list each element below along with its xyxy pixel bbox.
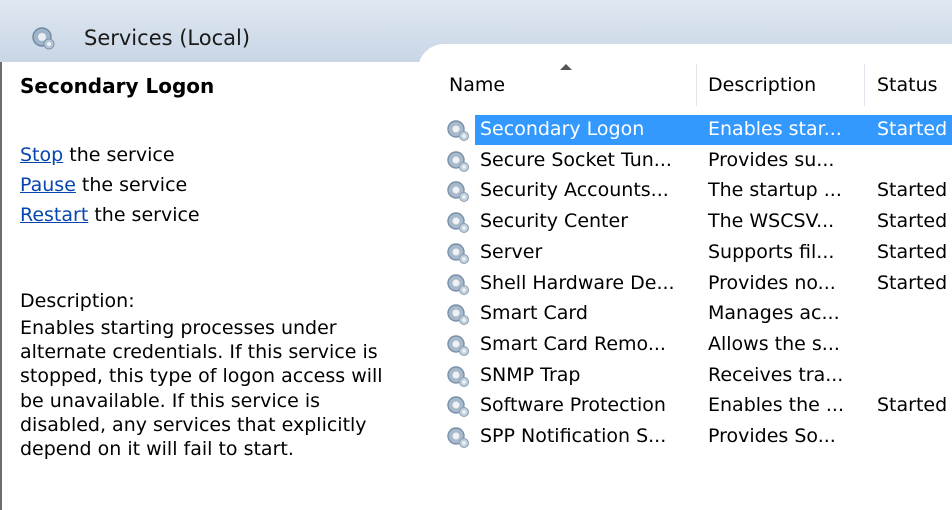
service-description: Enables starting processes under alterna… [20,317,383,461]
service-description-cell: Enables the ... [708,394,844,417]
action-pause-text: the service [75,174,188,196]
service-status-cell: Started [877,210,948,233]
panel-header: Services (Local) [0,0,952,84]
table-row[interactable]: Secure Socket Tun... Provides su... [437,146,952,176]
services-list[interactable]: Name Description Status Secondary Logon E… [437,62,952,510]
table-row[interactable]: Smart Card Remo... Allows the s... [437,330,952,360]
stop-service-link[interactable]: Stop [20,144,63,166]
service-gear-icon [445,241,471,265]
service-gear-icon [445,394,471,418]
service-gear-icon [445,179,471,203]
service-status-cell: Started [877,240,948,263]
service-description-cell: Manages ac... [708,302,840,325]
service-gear-icon [445,272,471,296]
service-status-cell: Started [877,271,948,294]
service-description-cell: The startup ... [708,179,842,202]
action-pause: Pause the service [20,174,187,196]
service-name-cell: Software Protection [480,394,666,417]
table-row[interactable]: Security Center The WSCSV... Started [437,207,952,237]
service-gear-icon [445,302,471,326]
service-gear-icon [445,333,471,357]
service-gear-icon [445,118,471,142]
restart-service-link[interactable]: Restart [20,204,88,226]
column-divider[interactable] [696,64,697,106]
selected-service-name: Secondary Logon [20,74,215,98]
service-name-cell: Security Center [480,210,629,233]
sort-ascending-icon [560,64,572,70]
table-row[interactable]: Shell Hardware De... Provides no... Starte… [437,269,952,299]
service-gear-icon [445,149,471,173]
table-row[interactable]: Secondary Logon Enables star... Started [437,115,952,145]
service-name-cell: Secure Socket Tun... [480,148,672,171]
description-label: Description: [20,290,135,312]
action-stop: Stop the service [20,144,175,166]
service-status-cell: Started [877,394,948,417]
service-description-cell: Provides su... [708,148,835,171]
service-description-cell: Enables star... [708,118,842,140]
service-description-cell: Provides no... [708,271,836,294]
action-restart-text: the service [88,204,200,226]
service-name-cell: SPP Notification S... [480,425,667,447]
service-name-cell: Security Accounts... [480,179,669,202]
service-name-cell: Smart Card [480,302,588,325]
column-divider[interactable] [864,64,865,106]
action-restart: Restart the service [20,204,200,226]
service-gear-icon [445,210,471,234]
table-row[interactable]: Server Supports fil... Started [437,238,952,268]
table-row[interactable]: SNMP Trap Receives tra... [437,361,952,391]
column-header-name[interactable]: Name [449,74,505,96]
service-name-cell: SNMP Trap [480,363,581,386]
service-gear-icon [445,364,471,388]
service-description-cell: Supports fil... [708,240,835,263]
service-description-cell: The WSCSV... [708,210,835,233]
table-row[interactable]: Security Accounts... The startup ... Start… [437,176,952,206]
service-description-cell: Provides So... [708,425,836,447]
column-header-status[interactable]: Status [877,74,938,96]
pause-service-link[interactable]: Pause [20,174,76,196]
service-name-cell: Smart Card Remo... [480,332,666,355]
window-border [0,62,2,510]
service-status-cell: Started [877,179,948,202]
column-header-row: Name Description Status [437,62,952,106]
table-row[interactable]: SPP Notification S... Provides So... [437,422,952,452]
column-header-description[interactable]: Description [708,74,816,96]
action-stop-text: the service [63,144,175,166]
table-row[interactable]: Software Protection Enables the ... Starte… [437,391,952,421]
service-name-cell: Server [480,240,543,263]
service-name-cell: Secondary Logon [480,118,645,140]
service-description-cell: Allows the s... [708,332,840,355]
service-name-cell: Shell Hardware De... [480,271,675,294]
service-gear-icon [445,425,471,449]
service-status-cell: Started [877,118,948,140]
panel-title: Services (Local) [84,26,251,50]
services-gear-icon [32,27,55,50]
service-description-cell: Receives tra... [708,363,844,386]
table-row[interactable]: Smart Card Manages ac... [437,299,952,329]
